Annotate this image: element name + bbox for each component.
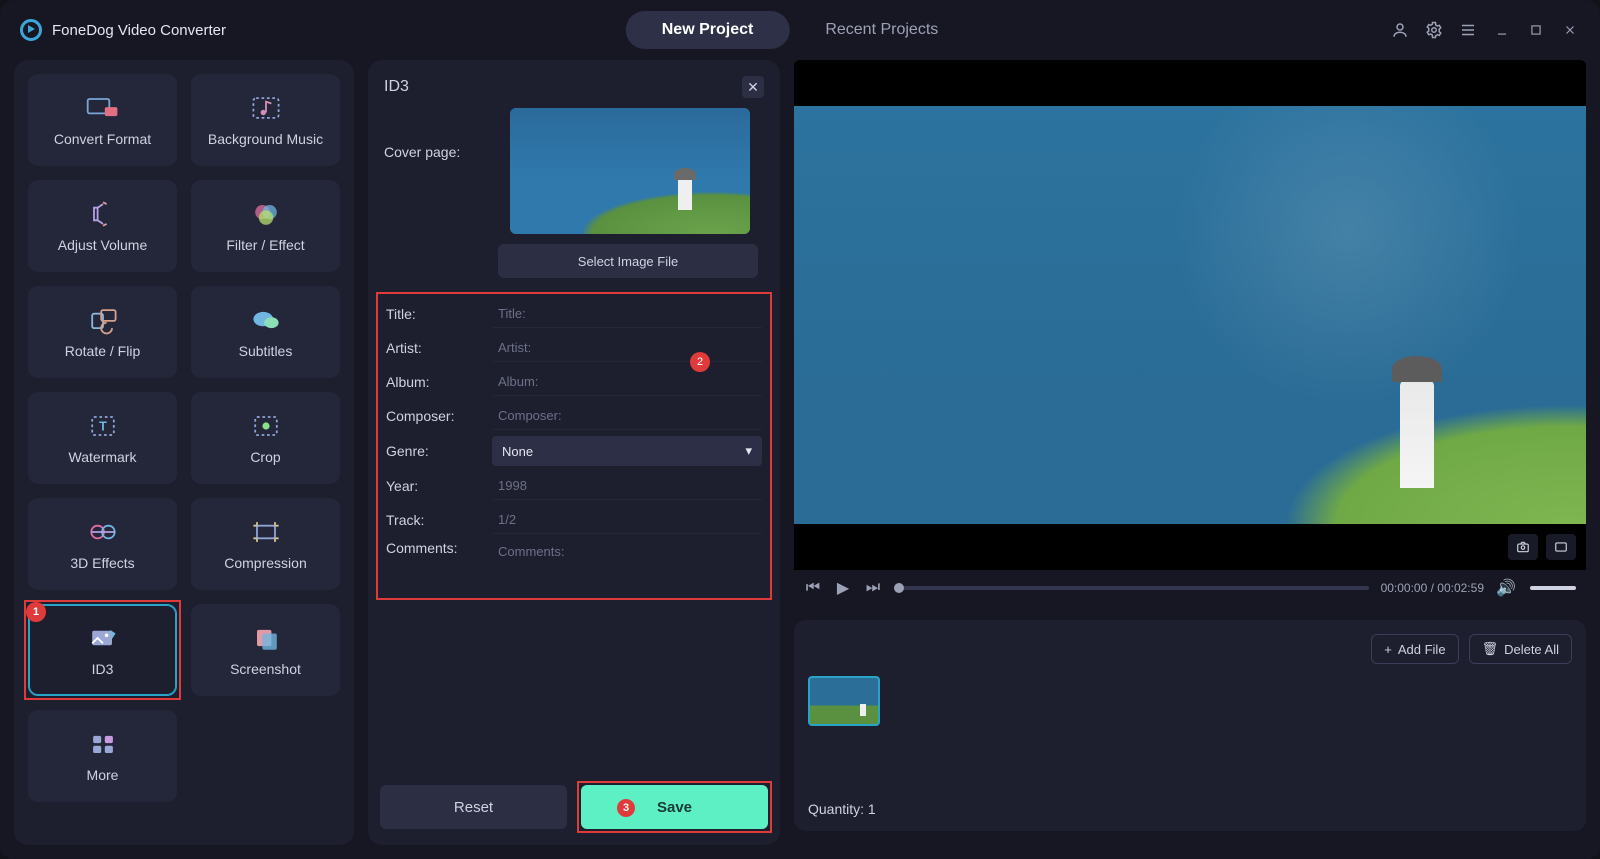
preview-panel: ⏮ ▶ ⏭ 00:00:00 / 00:02:59 🔊 + Add File 🗑…	[794, 60, 1586, 845]
tool-label: Subtitles	[239, 343, 293, 359]
tool-rotate-flip[interactable]: Rotate / Flip	[28, 286, 177, 378]
progress-bar[interactable]	[894, 586, 1369, 590]
tool-grid: Convert Format Background Music Adjust V…	[14, 60, 354, 845]
minimize-icon[interactable]	[1492, 20, 1512, 40]
tool-more[interactable]: More	[28, 710, 177, 802]
tool-label: 3D Effects	[70, 555, 134, 571]
tool-label: Screenshot	[230, 661, 301, 677]
delete-all-label: Delete All	[1504, 642, 1559, 657]
maximize-icon[interactable]	[1526, 20, 1546, 40]
label-title: Title:	[386, 306, 482, 322]
label-year: Year:	[386, 478, 482, 494]
tab-recent-projects[interactable]: Recent Projects	[789, 11, 974, 49]
input-album[interactable]	[492, 368, 762, 396]
timecode: 00:00:00 / 00:02:59	[1381, 581, 1484, 595]
label-album: Album:	[386, 374, 482, 390]
progress-handle[interactable]	[894, 583, 904, 593]
tool-label: More	[87, 767, 119, 783]
label-track: Track:	[386, 512, 482, 528]
input-artist[interactable]	[492, 334, 762, 362]
label-artist: Artist:	[386, 340, 482, 356]
tool-compression[interactable]: Compression	[191, 498, 340, 590]
step-badge-1: 1	[26, 602, 46, 622]
titlebar: FoneDog Video Converter New Project Rece…	[0, 0, 1600, 60]
tool-background-music[interactable]: Background Music	[191, 74, 340, 166]
tool-screenshot[interactable]: Screenshot	[191, 604, 340, 696]
clip-thumbnail[interactable]	[808, 676, 880, 726]
save-button-label: Save	[657, 799, 692, 816]
plus-icon: +	[1384, 642, 1392, 657]
tool-id3[interactable]: ID3	[28, 604, 177, 696]
menu-icon[interactable]	[1458, 20, 1478, 40]
tool-label: Filter / Effect	[226, 237, 304, 253]
tool-convert-format[interactable]: Convert Format	[28, 74, 177, 166]
next-icon[interactable]: ⏭	[864, 579, 882, 597]
input-track[interactable]	[492, 506, 762, 534]
cover-thumbnail	[510, 108, 750, 234]
step-badge-2: 2	[690, 352, 710, 372]
tool-label: Rotate / Flip	[65, 343, 140, 359]
tool-subtitles[interactable]: Subtitles	[191, 286, 340, 378]
add-file-label: Add File	[1398, 642, 1446, 657]
tool-watermark[interactable]: T Watermark	[28, 392, 177, 484]
play-icon[interactable]: ▶	[834, 578, 852, 598]
tool-label: Background Music	[208, 131, 323, 147]
video-player[interactable]	[794, 60, 1586, 570]
brand: FoneDog Video Converter	[20, 19, 226, 41]
tool-label: Compression	[224, 555, 306, 571]
tool-label: Watermark	[69, 449, 137, 465]
tool-label: Adjust Volume	[58, 237, 148, 253]
svg-text:T: T	[99, 420, 107, 434]
volume-icon[interactable]: 🔊	[1496, 578, 1514, 598]
quantity-label: Quantity: 1	[808, 801, 1572, 817]
volume-slider[interactable]	[1530, 586, 1576, 590]
logo-icon	[20, 19, 42, 41]
reset-button[interactable]: Reset	[380, 785, 567, 829]
clip-gallery: + Add File 🗑 Delete All Quantity: 1	[794, 620, 1586, 831]
tab-new-project[interactable]: New Project	[626, 11, 790, 49]
label-composer: Composer:	[386, 408, 482, 424]
tool-label: Crop	[250, 449, 280, 465]
input-comments[interactable]	[492, 540, 762, 586]
select-image-button[interactable]: Select Image File	[498, 244, 758, 278]
tool-3d-effects[interactable]: 3D Effects	[28, 498, 177, 590]
prev-icon[interactable]: ⏮	[804, 579, 822, 597]
fullscreen-icon[interactable]	[1546, 534, 1576, 560]
editor-title: ID3	[384, 78, 409, 96]
tool-filter-effect[interactable]: Filter / Effect	[191, 180, 340, 272]
close-editor-icon[interactable]: ✕	[742, 76, 764, 98]
account-icon[interactable]	[1390, 20, 1410, 40]
label-comments: Comments:	[386, 540, 482, 556]
input-year[interactable]	[492, 472, 762, 500]
tool-crop[interactable]: Crop	[191, 392, 340, 484]
input-composer[interactable]	[492, 402, 762, 430]
select-genre-value: None	[502, 444, 533, 459]
tool-adjust-volume[interactable]: Adjust Volume	[28, 180, 177, 272]
id3-editor: ID3 ✕ Cover page: Select Image File 2 Ti…	[368, 60, 780, 845]
label-genre: Genre:	[386, 443, 482, 459]
app-title: FoneDog Video Converter	[52, 22, 226, 39]
player-controls: ⏮ ▶ ⏭ 00:00:00 / 00:02:59 🔊	[794, 570, 1586, 606]
input-title[interactable]	[492, 300, 762, 328]
select-genre[interactable]: None ▾	[492, 436, 762, 466]
settings-icon[interactable]	[1424, 20, 1444, 40]
tool-label: ID3	[92, 661, 114, 677]
cover-page-label: Cover page:	[384, 108, 494, 160]
add-file-button[interactable]: + Add File	[1371, 634, 1458, 664]
step-badge-3: 3	[617, 799, 635, 817]
close-window-icon[interactable]	[1560, 20, 1580, 40]
tool-label: Convert Format	[54, 131, 151, 147]
delete-all-button[interactable]: 🗑 Delete All	[1469, 634, 1572, 664]
trash-icon: 🗑	[1482, 641, 1499, 657]
snapshot-icon[interactable]	[1508, 534, 1538, 560]
save-button[interactable]: 3 Save	[581, 785, 768, 829]
chevron-down-icon: ▾	[745, 443, 752, 459]
